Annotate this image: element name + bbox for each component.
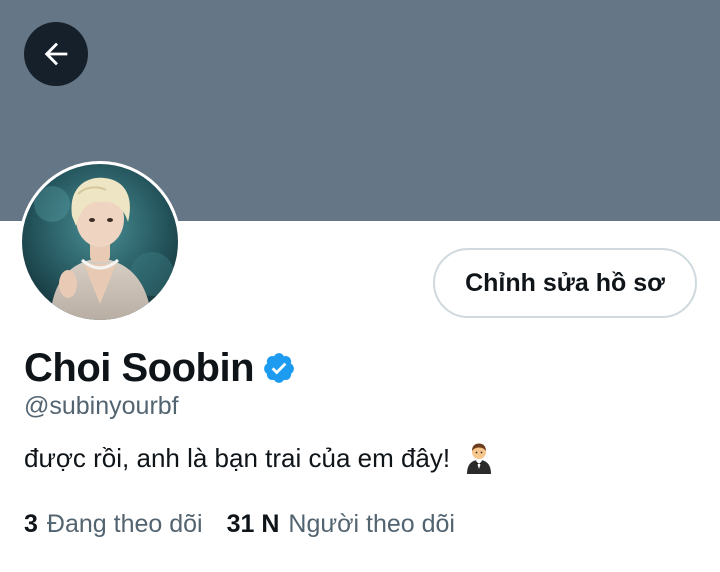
arrow-left-icon (44, 42, 68, 66)
profile-bio: được rồi, anh là bạn trai của em đây! (24, 442, 494, 474)
following-stat[interactable]: 3 Đang theo dõi (24, 510, 203, 539)
followers-stat[interactable]: 31 N Người theo dõi (227, 510, 455, 539)
avatar-photo (22, 164, 178, 320)
profile-handle: @subinyourbf (24, 392, 179, 420)
following-count: 3 (24, 510, 38, 538)
followers-label: Người theo dõi (288, 510, 455, 538)
person-in-tuxedo-icon (464, 442, 494, 474)
edit-profile-button[interactable]: Chỉnh sửa hồ sơ (433, 248, 697, 318)
profile-stats: 3 Đang theo dõi 31 N Người theo dõi (24, 510, 455, 539)
followers-count: 31 N (226, 510, 280, 538)
profile-avatar[interactable] (19, 161, 181, 323)
bio-text: được rồi, anh là bạn trai của em đây! (24, 442, 451, 473)
profile-name-row: Choi Soobin (24, 340, 296, 396)
verified-badge-icon[interactable] (262, 351, 296, 385)
display-name: Choi Soobin (24, 345, 255, 390)
back-button[interactable] (24, 22, 88, 86)
following-label: Đang theo dõi (46, 510, 203, 538)
